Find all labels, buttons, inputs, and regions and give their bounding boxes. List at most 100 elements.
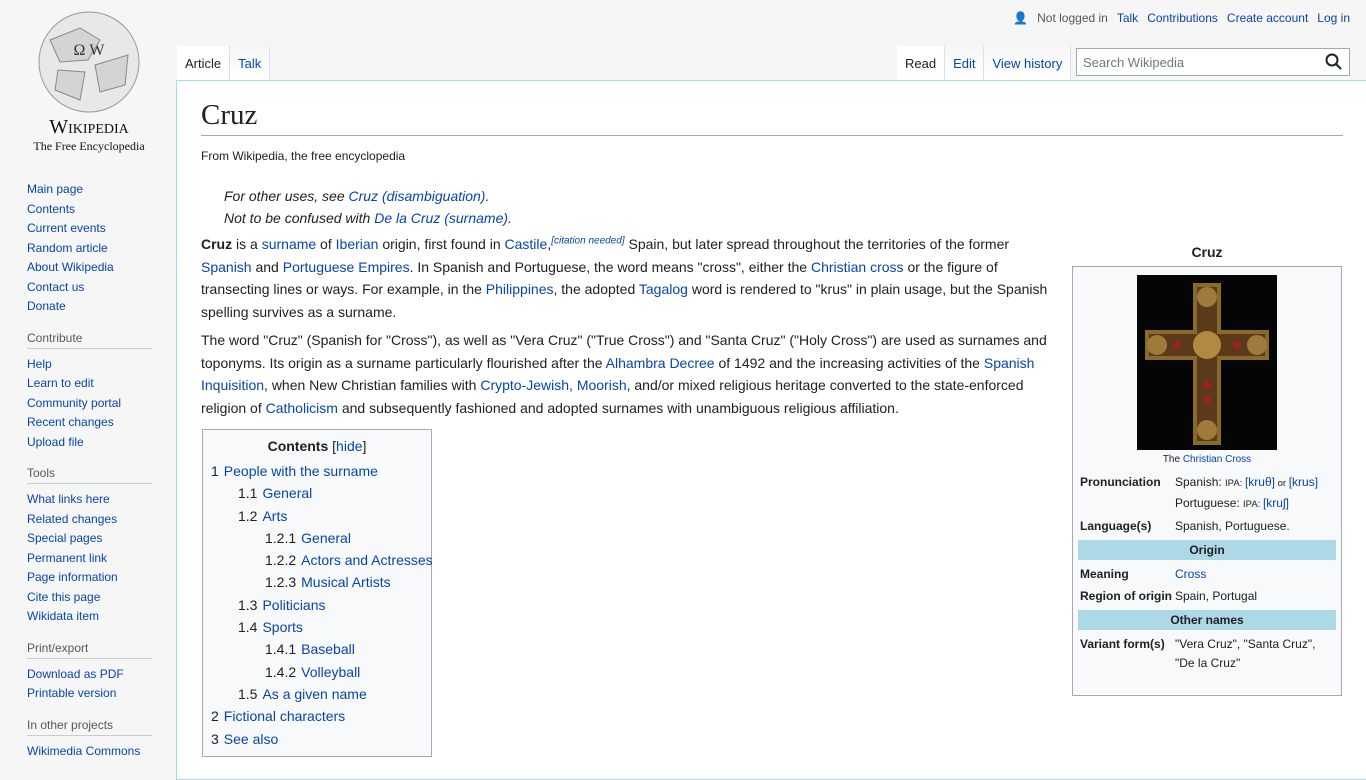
toc-link[interactable]: 1.3 Politicians	[238, 597, 326, 613]
inline-link[interactable]: Philippines	[486, 281, 554, 297]
cross-image[interactable]	[1137, 275, 1277, 450]
region-label: Region of origin	[1080, 589, 1172, 603]
toc-item[interactable]: 1.4 Sports	[211, 616, 423, 638]
toc-item[interactable]: 1.2.1 General	[211, 527, 423, 549]
sidebar-link[interactable]: Cite this page	[27, 590, 100, 604]
create-account-link[interactable]: Create account	[1227, 11, 1308, 25]
wikipedia-logo[interactable]: Ω W Wikipedia The Free Encyclopedia	[0, 0, 176, 160]
tab-view-history[interactable]: View history	[984, 46, 1072, 80]
sidebar-link[interactable]: Special pages	[27, 531, 102, 545]
toc-link[interactable]: 1.2.3 Musical Artists	[265, 574, 391, 590]
sidebar-link[interactable]: About Wikipedia	[27, 260, 114, 274]
sidebar-link[interactable]: Printable version	[27, 686, 116, 700]
inline-link[interactable]: Christian cross	[811, 259, 904, 275]
toc-hide-link[interactable]: hide	[336, 438, 362, 454]
toc-item[interactable]: 1.2.3 Musical Artists	[211, 571, 423, 593]
search-icon[interactable]	[1325, 52, 1343, 72]
toc-number: 1.4.1	[265, 641, 297, 658]
toc-link[interactable]: 1 People with the surname	[211, 463, 378, 479]
sidebar-link[interactable]: Main page	[27, 182, 83, 196]
search-input[interactable]: Search Wikipedia	[1076, 48, 1350, 76]
toc-item[interactable]: 1.5 As a given name	[211, 683, 423, 705]
sidebar-link[interactable]: Upload file	[27, 435, 84, 449]
sidebar-link[interactable]: Wikidata item	[27, 609, 99, 623]
toc-number: 1	[211, 463, 219, 479]
tab-read[interactable]: Read	[897, 46, 946, 80]
toc-link[interactable]: 2 Fictional characters	[211, 708, 345, 724]
tab-talk[interactable]: Talk	[230, 46, 271, 80]
text: , the adopted	[553, 281, 639, 297]
text: is a	[232, 236, 262, 252]
inline-link[interactable]: Iberian	[336, 236, 379, 252]
inline-link[interactable]: Castile	[505, 236, 548, 252]
sidebar-item: Wikimedia Commons	[27, 742, 152, 762]
inline-link[interactable]: Portuguese Empires	[283, 259, 410, 275]
hatnote: Not to be confused with De la Cruz (surn…	[224, 207, 512, 229]
ipa-krus-link[interactable]: [krus]	[1289, 475, 1318, 489]
toc-link[interactable]: 1.4 Sports	[238, 619, 303, 635]
meaning-label: Meaning	[1080, 566, 1129, 581]
spanish-label: Spanish:	[1175, 475, 1226, 489]
user-icon: 👤	[1013, 11, 1029, 25]
inline-link[interactable]: Spanish	[201, 259, 252, 275]
toc-link[interactable]: 1.2.1 General	[265, 530, 351, 546]
sidebar-link[interactable]: Contents	[27, 202, 75, 216]
login-link[interactable]: Log in	[1317, 11, 1350, 25]
toc-link[interactable]: 1.5 As a given name	[238, 686, 367, 702]
toc-item[interactable]: 1.4.1 Baseball	[211, 638, 423, 660]
tab-edit[interactable]: Edit	[945, 46, 985, 80]
sidebar-link[interactable]: Donate	[27, 299, 66, 313]
personal-talk-link[interactable]: Talk	[1117, 11, 1138, 25]
inline-link[interactable]: surname	[262, 236, 316, 252]
toc-item[interactable]: 1.1 General	[211, 482, 423, 504]
sidebar-link[interactable]: Help	[27, 357, 52, 371]
sidebar-link[interactable]: Related changes	[27, 512, 117, 526]
christian-cross-link[interactable]: Christian Cross	[1183, 454, 1251, 465]
ipa-kruth-link[interactable]: [kruθ]	[1245, 475, 1275, 489]
sidebar-link[interactable]: Learn to edit	[27, 376, 94, 390]
sidebar-item: Permanent link	[27, 549, 152, 569]
sidebar-link[interactable]: Random article	[27, 241, 108, 255]
toc-link[interactable]: 3 See also	[211, 731, 278, 747]
inline-link[interactable]: Cruz (disambiguation)	[349, 188, 486, 204]
cross-link[interactable]: Cross	[1175, 567, 1206, 581]
toc-item[interactable]: 2 Fictional characters	[211, 705, 423, 727]
inline-link[interactable]: De la Cruz (surname)	[374, 210, 508, 226]
toc-item[interactable]: 1.2 Arts	[211, 505, 423, 527]
toc-item[interactable]: 1 People with the surname	[211, 460, 423, 482]
toc-link[interactable]: 1.2.2 Actors and Actresses	[265, 552, 433, 568]
sidebar-link[interactable]: Recent changes	[27, 415, 114, 429]
sidebar-link[interactable]: Permanent link	[27, 551, 107, 565]
personal-tools: 👤 Not logged in Talk Contributions Creat…	[1013, 11, 1350, 25]
sidebar-link[interactable]: Page information	[27, 570, 118, 584]
tab-article[interactable]: Article	[177, 46, 231, 80]
sidebar-link[interactable]: Wikimedia Commons	[27, 744, 140, 758]
sidebar-link[interactable]: Contact us	[27, 280, 84, 294]
inline-link[interactable]: Alhambra Decree	[606, 355, 715, 371]
language-label: Language(s)	[1080, 519, 1152, 533]
sidebar-link[interactable]: What links here	[27, 492, 110, 506]
toc-link[interactable]: 1.2 Arts	[238, 508, 287, 524]
ipa-krush-link[interactable]: [kruʃ]	[1263, 496, 1289, 510]
toc-link[interactable]: 1.4.1 Baseball	[265, 641, 355, 657]
sidebar-heading: In other projects	[27, 718, 152, 736]
search-placeholder: Search Wikipedia	[1083, 55, 1185, 70]
inline-link[interactable]: Tagalog	[639, 281, 688, 297]
contributions-link[interactable]: Contributions	[1147, 11, 1218, 25]
toc-item[interactable]: 1.2.2 Actors and Actresses	[211, 549, 433, 571]
citation-needed[interactable]: [citation needed]	[551, 235, 624, 246]
inline-link[interactable]: Catholicism	[266, 400, 338, 416]
toc-link[interactable]: 1.4.2 Volleyball	[265, 664, 360, 680]
sidebar-link[interactable]: Download as PDF	[27, 667, 124, 681]
toc-link[interactable]: 1.1 General	[238, 485, 312, 501]
sidebar-portal: Main page Contents Current events Random ar…	[27, 180, 152, 317]
other-names-header: Other names	[1078, 609, 1336, 630]
toc-number: 1.4	[238, 619, 258, 636]
toc-item[interactable]: 1.3 Politicians	[211, 594, 423, 616]
sidebar-link[interactable]: Community portal	[27, 396, 121, 410]
toc-item[interactable]: 3 See also	[211, 728, 423, 750]
toc-item[interactable]: 1.4.2 Volleyball	[211, 661, 423, 683]
inline-link[interactable]: Crypto-Jewish, Moorish	[480, 377, 626, 393]
sidebar-portal: In other projects Wikimedia Commons	[27, 718, 152, 762]
sidebar-link[interactable]: Current events	[27, 221, 106, 235]
